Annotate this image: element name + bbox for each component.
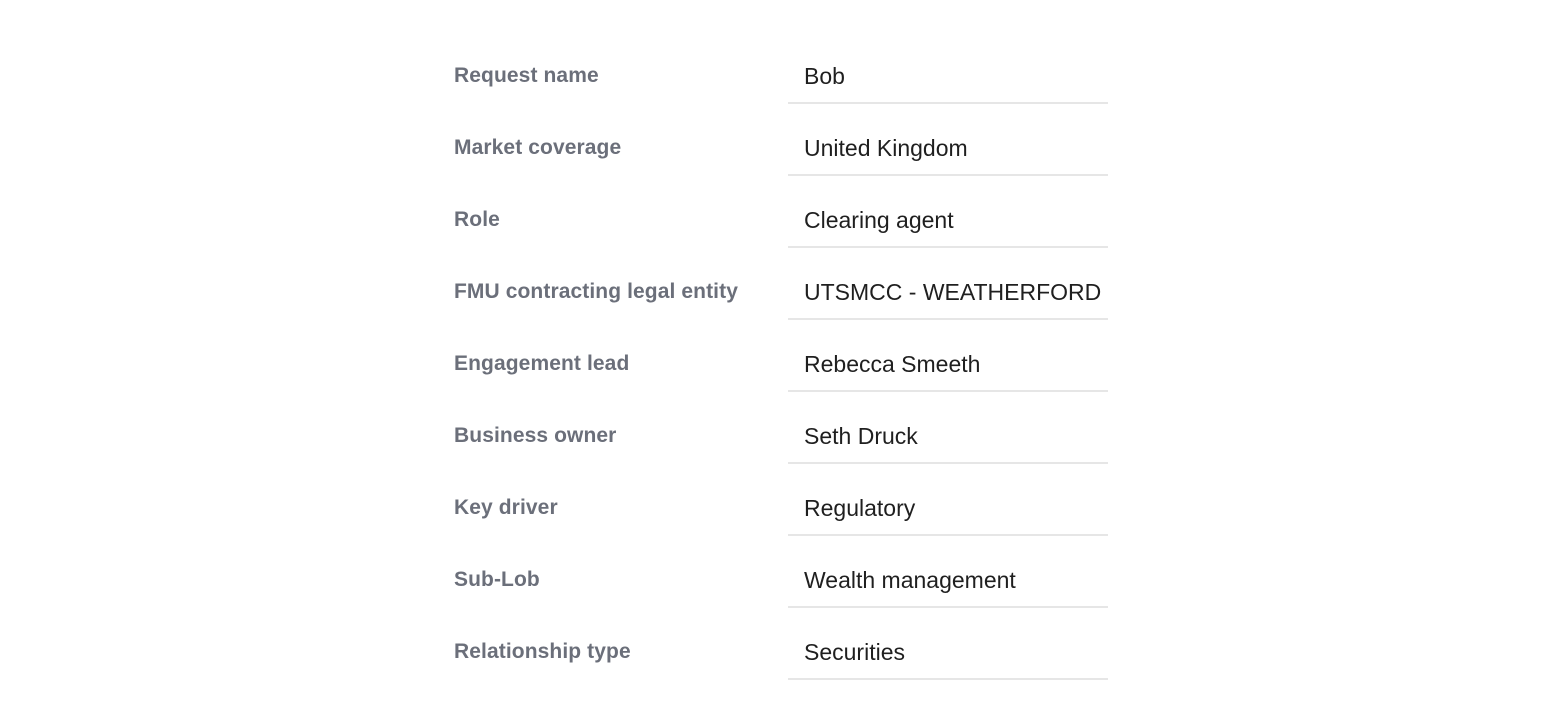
field-value: Regulatory [804,495,916,521]
field-row-role: Role Clearing agent [454,195,1108,267]
field-value: Wealth management [804,567,1016,593]
sub-lob-field[interactable]: Wealth management [788,555,1108,608]
field-row-relationship-type: Relationship type Securities [454,627,1108,699]
market-coverage-field[interactable]: United Kingdom [788,123,1108,176]
field-label: Key driver [454,496,558,519]
field-label: Request name [454,64,599,87]
field-row-key-driver: Key driver Regulatory [454,483,1108,555]
field-row-market-coverage: Market coverage United Kingdom [454,123,1108,195]
field-label: Sub-Lob [454,568,540,591]
field-row-request-name: Request name Bob [454,51,1108,123]
field-value: Clearing agent [804,207,954,233]
role-field[interactable]: Clearing agent [788,195,1108,248]
fmu-contracting-legal-entity-field[interactable]: UTSMCC - WEATHERFORD [788,267,1108,320]
field-label: Market coverage [454,136,622,159]
field-label: Role [454,208,500,231]
field-row-business-owner: Business owner Seth Druck [454,411,1108,483]
field-value: Rebecca Smeeth [804,351,981,377]
request-details-form: Request name Bob Market coverage United … [454,51,1108,699]
field-row-fmu-contracting-legal-entity: FMU contracting legal entity UTSMCC - WE… [454,267,1108,339]
field-value: UTSMCC - WEATHERFORD [804,279,1102,305]
engagement-lead-field[interactable]: Rebecca Smeeth [788,339,1108,392]
request-name-field[interactable]: Bob [788,51,1108,104]
field-label: Relationship type [454,640,631,663]
field-value: United Kingdom [804,135,968,161]
field-label: Business owner [454,424,617,447]
field-row-sub-lob: Sub-Lob Wealth management [454,555,1108,627]
field-row-engagement-lead: Engagement lead Rebecca Smeeth [454,339,1108,411]
field-label: FMU contracting legal entity [454,280,738,303]
key-driver-field[interactable]: Regulatory [788,483,1108,536]
relationship-type-field[interactable]: Securities [788,627,1108,680]
business-owner-field[interactable]: Seth Druck [788,411,1108,464]
field-value: Bob [804,63,845,89]
field-label: Engagement lead [454,352,630,375]
field-value: Securities [804,639,905,665]
field-value: Seth Druck [804,423,918,449]
